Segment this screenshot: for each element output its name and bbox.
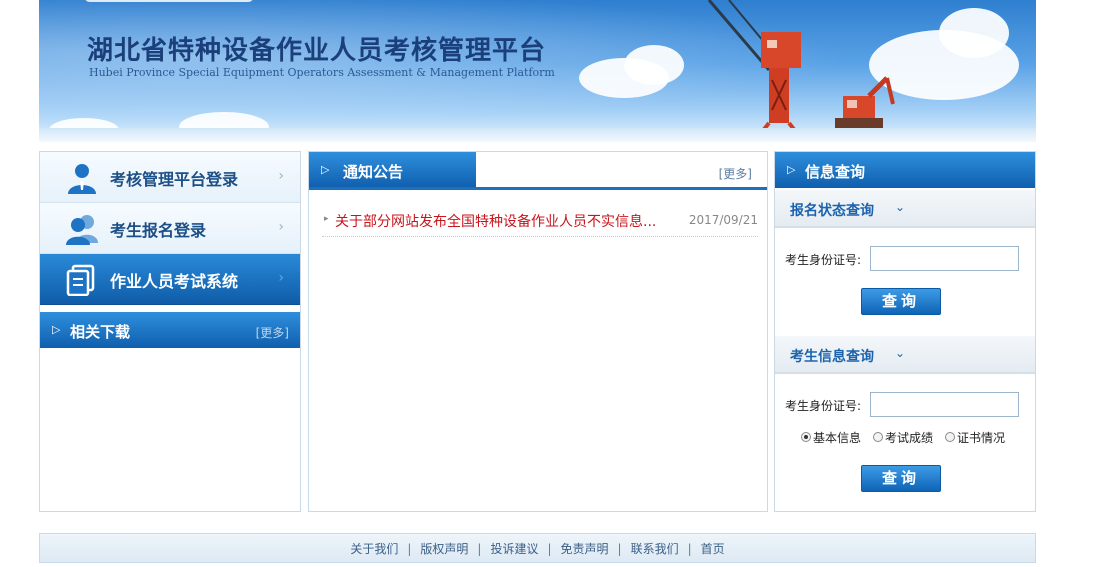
admin-user-icon [68,164,96,194]
radio-basic-info[interactable]: 基本信息 [801,429,861,446]
notice-divider [309,187,767,190]
radio-exam-score-label: 考试成绩 [885,431,934,445]
footer-link-complaints[interactable]: 投诉建议 [490,542,538,556]
footer: 关于我们 | 版权声明 | 投诉建议 | 免责声明 | 联系我们 | 首页 [39,533,1036,563]
info-query-header: ▷ 信息查询 [775,152,1035,188]
cloud-decoration [624,45,684,85]
status-id-input[interactable] [870,246,1019,271]
double-arrow-icon: ▷ [52,323,61,336]
exam-document-icon [66,264,95,296]
notice-more-link[interactable]: [更多] [719,165,752,182]
radio-unchecked-icon [945,432,955,442]
downloads-header: ▷ 相关下载 [更多] [40,312,300,348]
news-item-title[interactable]: 关于部分网站发布全国特种设备作业人员不实信息... [335,211,656,231]
header-banner: 湖北省特种设备作业人员考核管理平台 Hubei Province Special… [39,0,1036,142]
footer-link-contact[interactable]: 联系我们 [631,542,679,556]
info-query-section-header[interactable]: 考生信息查询 ⌄ [775,336,1035,374]
radio-checked-icon [801,432,811,442]
site-title-english: Hubei Province Special Equipment Operato… [89,66,555,79]
footer-separator: | [407,542,412,556]
radio-certificate-label: 证书情况 [957,431,1006,445]
chevron-right-icon: › [278,219,284,235]
downloads-more-link[interactable]: [更多] [256,324,289,341]
radio-unchecked-icon [873,432,883,442]
bullet-icon: ▸ [324,214,329,224]
footer-separator: | [617,542,622,556]
left-sidebar: 考核管理平台登录 › 考生报名登录 › 作业人员考试系统 › ▷ 相关下载 [更… [39,151,301,512]
radio-basic-info-label: 基本信息 [813,431,862,445]
notice-panel: ▷ 通知公告 [更多] ▸ 关于部分网站发布全国特种设备作业人员不实信息... … [308,151,768,512]
nav-admin-login-label: 考核管理平台登录 [110,170,239,189]
nav-exam-system-label: 作业人员考试系统 [110,272,239,291]
double-arrow-icon: ▷ [787,163,796,176]
footer-link-copyright[interactable]: 版权声明 [420,542,468,556]
notice-tab[interactable]: ▷ 通知公告 [309,152,476,188]
info-id-label: 考生身份证号: [785,399,862,413]
info-query-panel: ▷ 信息查询 报名状态查询 ⌄ 考生身份证号: 查询 考生信息查询 ⌄ 考生身份… [774,151,1036,512]
downloads-title: 相关下载 [70,323,131,341]
notice-title: 通知公告 [343,163,404,181]
nav-admin-login[interactable]: 考核管理平台登录 › [40,152,300,203]
chevron-down-icon: ⌄ [895,346,906,360]
status-query-button[interactable]: 查询 [861,288,941,315]
info-query-title: 信息查询 [805,163,866,181]
footer-links: 关于我们 | 版权声明 | 投诉建议 | 免责声明 | 联系我们 | 首页 [40,540,1035,557]
status-id-label: 考生身份证号: [785,253,862,267]
info-id-input[interactable] [870,392,1019,417]
banner-top-tab [84,0,254,2]
nav-candidate-login[interactable]: 考生报名登录 › [40,203,300,254]
radio-exam-score[interactable]: 考试成绩 [873,429,933,446]
info-query-button[interactable]: 查询 [861,465,941,492]
chevron-right-icon: › [278,270,284,286]
nav-exam-system[interactable]: 作业人员考试系统 › [40,254,300,305]
footer-link-disclaimer[interactable]: 免责声明 [561,542,609,556]
double-arrow-icon: ▷ [321,163,330,176]
candidate-info-query-title: 考生信息查询 [790,349,874,365]
banner-ground [39,128,1036,142]
footer-separator: | [547,542,552,556]
footer-link-home[interactable]: 首页 [701,542,725,556]
radio-certificate[interactable]: 证书情况 [945,429,1005,446]
status-query-title: 报名状态查询 [790,203,874,219]
chevron-down-icon: ⌄ [895,200,906,214]
news-item-date: 2017/09/21 [688,213,758,227]
users-icon [66,215,98,245]
footer-separator: | [477,542,482,556]
news-item: ▸ 关于部分网站发布全国特种设备作业人员不实信息... 2017/09/21 [322,210,758,237]
downloads-list [40,348,300,511]
footer-separator: | [687,542,692,556]
crane-illustration [707,0,806,142]
chevron-right-icon: › [278,168,284,184]
cloud-decoration [939,8,1009,58]
nav-candidate-login-label: 考生报名登录 [110,221,207,240]
status-query-section-header[interactable]: 报名状态查询 ⌄ [775,190,1035,228]
footer-link-about[interactable]: 关于我们 [350,542,398,556]
site-title: 湖北省特种设备作业人员考核管理平台 [87,36,547,66]
